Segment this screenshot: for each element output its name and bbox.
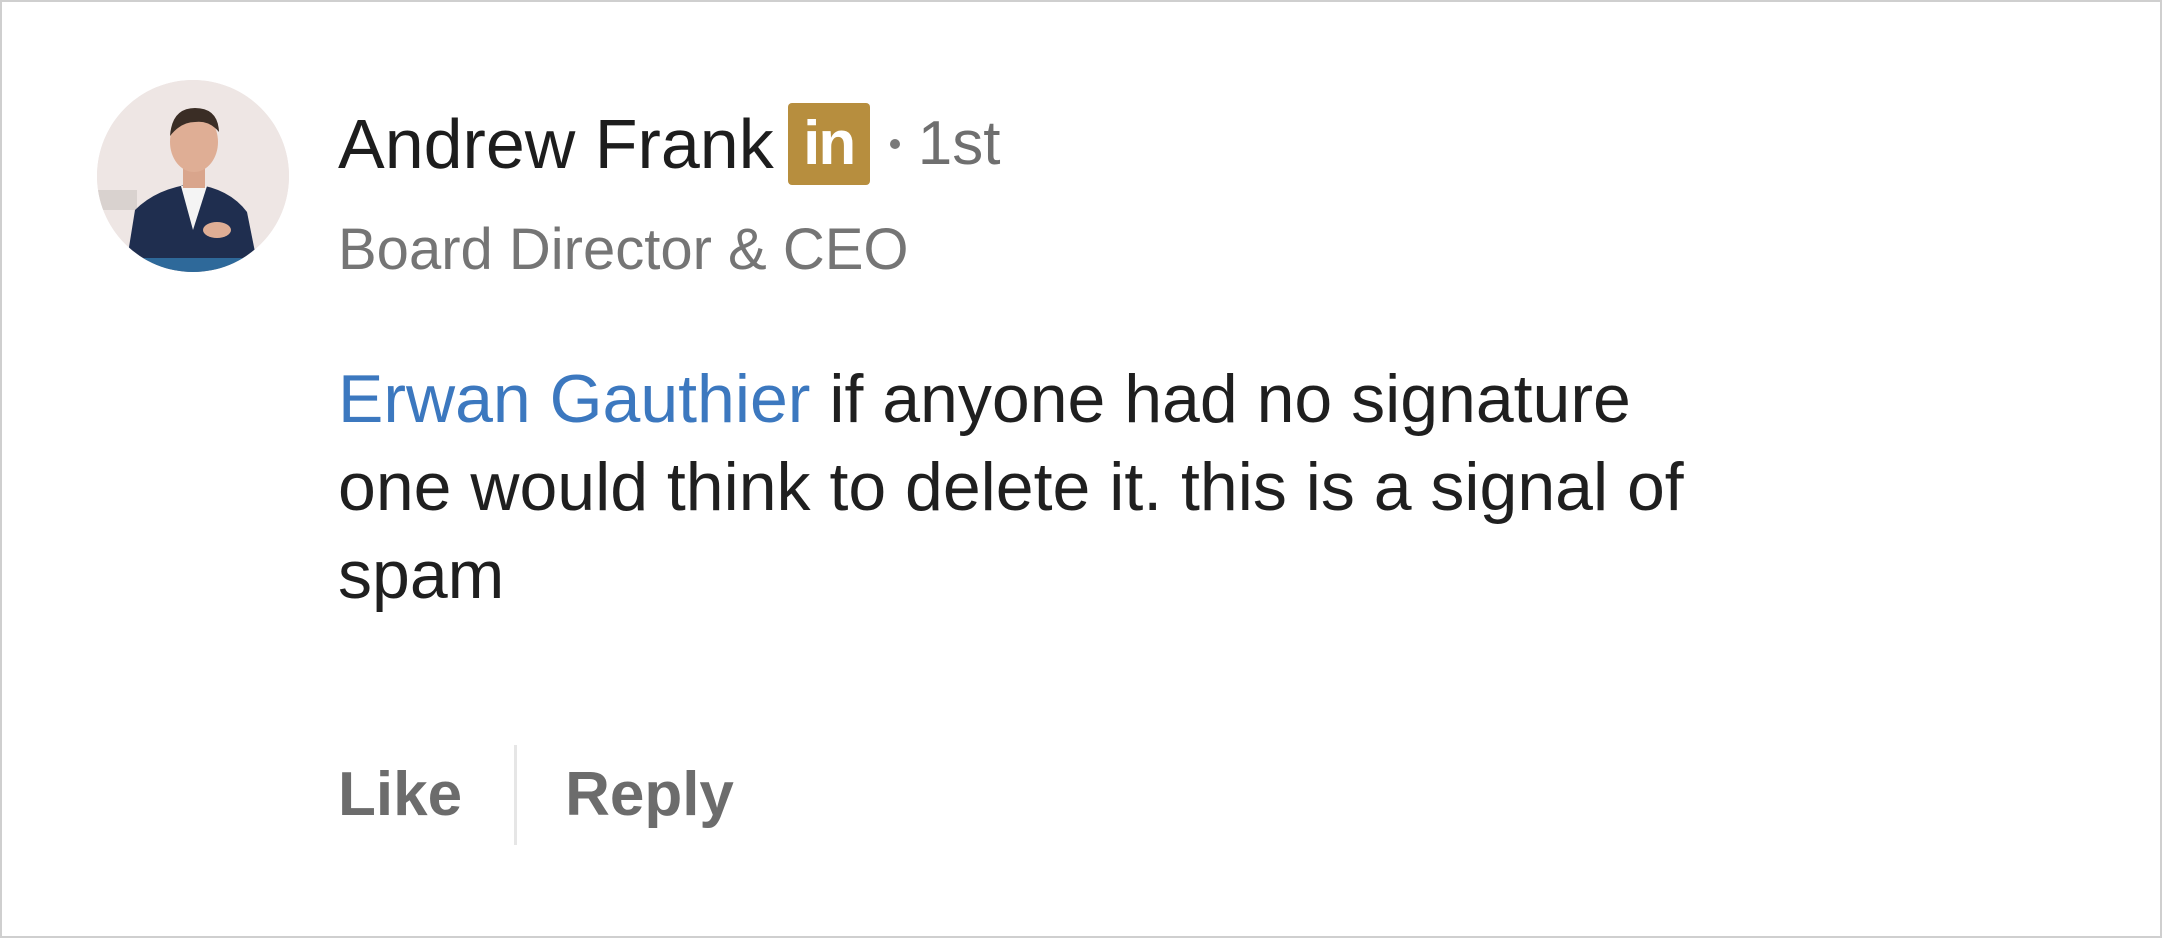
author-headline: Board Director & CEO (338, 217, 909, 282)
profile-photo-icon (97, 80, 289, 272)
comment-actions: Like Reply (338, 745, 734, 845)
comment-card: Andrew Frank in 1st Board Director & CEO… (0, 0, 2162, 938)
comment-text: Erwan Gauthier if anyone had no signatur… (338, 355, 2078, 619)
linkedin-badge-label: in (803, 109, 856, 178)
action-divider (514, 745, 518, 845)
like-button[interactable]: Like (338, 764, 462, 826)
reply-button[interactable]: Reply (565, 764, 734, 826)
separator-dot (889, 139, 900, 149)
linkedin-influencer-icon: in (787, 103, 870, 185)
author-avatar[interactable] (97, 80, 289, 272)
comment-text-segment-1: if anyone had no signature (810, 361, 1631, 437)
author-name-row: Andrew Frank in 1st (338, 98, 1000, 190)
comment-line-3: spam (338, 537, 505, 613)
connection-degree: 1st (917, 109, 1001, 178)
mention-link[interactable]: Erwan Gauthier (338, 361, 810, 437)
comment-line-2: one would think to delete it. this is a … (338, 449, 1684, 525)
author-name[interactable]: Andrew Frank (338, 109, 774, 179)
comment-line-1: Erwan Gauthier if anyone had no signatur… (338, 355, 2078, 443)
